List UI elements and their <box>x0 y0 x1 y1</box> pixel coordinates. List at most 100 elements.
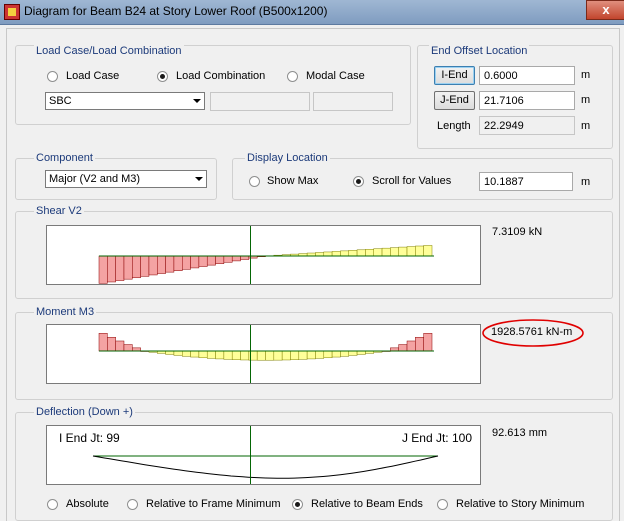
shear-bar <box>406 246 416 257</box>
shear-bar <box>107 255 116 283</box>
shear-bar <box>323 251 333 257</box>
component-group-title: Component <box>34 152 95 164</box>
moment-diagram-svg <box>98 325 434 383</box>
close-icon: x <box>602 2 610 17</box>
moment-bar <box>415 336 424 352</box>
shear-diagram-svg <box>98 226 434 284</box>
radio-load-combination[interactable] <box>157 71 168 82</box>
deflection-diagram: I End Jt: 99 J End Jt: 100 <box>46 425 481 485</box>
shear-readout: 7.3109 kN <box>492 226 543 238</box>
moment-bar <box>206 350 216 359</box>
j-end-field[interactable]: 21.7106 <box>479 91 575 110</box>
app-icon <box>4 4 20 20</box>
shear-diagram <box>46 225 481 285</box>
length-value: 22.2949 <box>484 120 524 132</box>
shear-bar <box>215 255 225 264</box>
radio-relative-beam-ends[interactable] <box>292 499 303 510</box>
moment-bar <box>398 344 408 352</box>
shear-bar <box>390 247 399 257</box>
moment-bar <box>315 350 325 359</box>
radio-load-combination-label[interactable]: Load Combination <box>176 70 265 82</box>
moment-bar <box>231 350 241 360</box>
shear-bar <box>348 250 358 257</box>
moment-readout-highlight-circle <box>482 319 584 347</box>
i-end-field[interactable]: 0.6000 <box>479 66 575 85</box>
radio-relative-story-minimum[interactable] <box>437 499 448 510</box>
shear-bar <box>157 255 166 274</box>
j-end-unit: m <box>581 94 591 106</box>
radio-scroll-for-values-label[interactable]: Scroll for Values <box>372 175 451 187</box>
radio-load-case[interactable] <box>47 71 58 82</box>
moment-bar <box>423 333 433 352</box>
display-location-field[interactable]: 10.1887 <box>479 172 573 191</box>
shear-bar <box>148 255 158 276</box>
load-case-aux-field-2 <box>313 92 393 111</box>
load-case-group <box>15 45 411 125</box>
radio-show-max-label[interactable]: Show Max <box>267 175 318 187</box>
deflection-readout: 92.613 mm <box>492 427 548 439</box>
moment-bar <box>215 350 225 360</box>
shear-bar <box>165 255 175 273</box>
shear-bar <box>415 245 424 257</box>
shear-bar <box>231 255 241 262</box>
moment-bar <box>265 350 275 361</box>
shear-bar <box>365 249 374 257</box>
moment-bar <box>115 340 125 352</box>
moment-bar <box>256 350 266 361</box>
radio-show-max[interactable] <box>249 176 260 187</box>
shear-bar <box>340 250 349 257</box>
shear-bar <box>123 255 133 280</box>
display-location-unit: m <box>581 176 591 188</box>
load-combination-select[interactable]: SBC <box>45 92 205 110</box>
j-end-button[interactable]: J-End <box>434 91 475 110</box>
i-end-joint-label: I End Jt: 99 <box>59 431 120 445</box>
display-location-group-title: Display Location <box>245 152 330 164</box>
moment-bar <box>340 350 349 357</box>
shear-bar <box>140 255 150 277</box>
moment-bar <box>190 350 200 358</box>
radio-relative-frame-minimum-label[interactable]: Relative to Frame Minimum <box>146 498 280 510</box>
moment-group-title: Moment M3 <box>34 306 97 318</box>
shear-bar <box>98 255 108 284</box>
shear-bar <box>398 246 408 257</box>
radio-relative-beam-ends-label[interactable]: Relative to Beam Ends <box>311 498 423 510</box>
moment-bar <box>240 350 250 361</box>
load-combination-value: SBC <box>49 95 72 107</box>
length-unit: m <box>581 120 591 132</box>
shear-bar <box>190 255 200 269</box>
radio-relative-frame-minimum[interactable] <box>127 499 138 510</box>
end-offset-group-title: End Offset Location <box>429 45 530 57</box>
window-title: Diagram for Beam B24 at Story Lower Roof… <box>24 4 328 18</box>
length-field: 22.2949 <box>479 116 575 135</box>
i-end-button[interactable]: I-End <box>434 66 475 85</box>
radio-scroll-for-values[interactable] <box>353 176 364 187</box>
moment-bar <box>323 350 333 359</box>
highlight-ellipse <box>482 319 584 347</box>
shear-group-title: Shear V2 <box>34 205 84 217</box>
shear-bar <box>132 255 141 279</box>
moment-bar <box>281 350 291 361</box>
shear-bar <box>315 252 325 257</box>
j-end-joint-label: J End Jt: 100 <box>401 431 472 445</box>
radio-load-case-label[interactable]: Load Case <box>66 70 119 82</box>
deflection-group-title: Deflection (Down +) <box>34 406 135 418</box>
close-button[interactable]: x <box>586 0 624 20</box>
moment-bar <box>406 340 416 352</box>
i-end-unit: m <box>581 69 591 81</box>
j-end-value: 21.7106 <box>484 95 524 107</box>
title-bar: Diagram for Beam B24 at Story Lower Roof… <box>0 0 624 25</box>
radio-relative-story-minimum-label[interactable]: Relative to Story Minimum <box>456 498 584 510</box>
moment-bar <box>182 350 191 357</box>
radio-modal-case[interactable] <box>287 71 298 82</box>
shear-bar <box>423 245 433 257</box>
moment-bar <box>98 333 108 352</box>
length-label: Length <box>437 120 471 132</box>
component-select[interactable]: Major (V2 and M3) <box>45 170 207 188</box>
moment-bar <box>331 350 341 358</box>
radio-modal-case-label[interactable]: Modal Case <box>306 70 365 82</box>
shear-bar <box>206 255 216 266</box>
radio-absolute-label[interactable]: Absolute <box>66 498 109 510</box>
shear-bar <box>381 247 391 257</box>
radio-absolute[interactable] <box>47 499 58 510</box>
moment-bar <box>290 350 300 360</box>
